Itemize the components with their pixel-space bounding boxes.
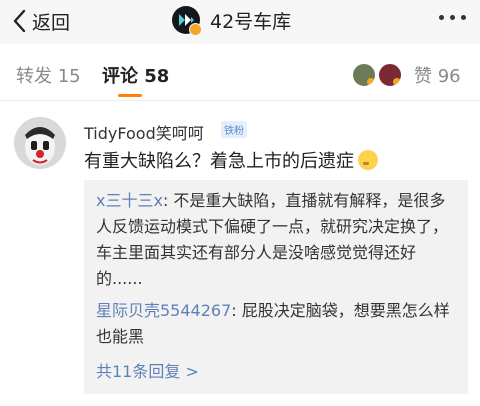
verified-badge-icon	[189, 23, 202, 36]
top-navigation-bar: 返回 42号车库	[0, 0, 480, 44]
replier-name[interactable]: x三十三x	[96, 191, 163, 210]
comment-text: 有重大缺陷么？着急上市的后遗症	[84, 147, 378, 173]
commenter-name[interactable]: TidyFood笑呵呵	[84, 120, 204, 144]
tab-comment[interactable]: 评论 58	[102, 62, 169, 88]
avatar	[352, 63, 376, 87]
commenter-avatar[interactable]	[14, 117, 66, 169]
page-title: 42号车库	[210, 10, 292, 33]
active-tab-indicator	[118, 94, 142, 97]
reply-box[interactable]: x三十三x: 不是重大缺陷，直播就有解释，是很多人反馈运动模式下偏硬了一点，就研…	[84, 180, 468, 394]
shushing-face-emoji-icon	[358, 150, 378, 170]
avatar	[378, 63, 402, 87]
reply-item[interactable]: 星际贝壳5544267: 屁股决定脑袋，想要黑怎么样也能黑	[96, 298, 458, 350]
back-label: 返回	[32, 11, 71, 34]
tab-repost[interactable]: 转发 15	[16, 62, 81, 88]
more-options-icon[interactable]	[439, 15, 466, 20]
reply-item[interactable]: x三十三x: 不是重大缺陷，直播就有解释，是很多人反馈运动模式下偏硬了一点，就研…	[96, 188, 458, 292]
account-avatar	[172, 6, 202, 36]
liker-avatars[interactable]	[352, 63, 408, 87]
clown-avatar-icon	[14, 117, 66, 169]
tab-like[interactable]: 赞 96	[414, 62, 461, 88]
chevron-left-icon	[13, 9, 26, 33]
back-button[interactable]: 返回	[12, 6, 70, 36]
tab-bar: 转发 15 评论 58 赞 96	[0, 44, 480, 101]
comment-item: TidyFood笑呵呵 铁粉 有重大缺陷么？着急上市的后遗症 x三十三x: 不是…	[0, 101, 480, 406]
fan-badge: 铁粉	[221, 121, 247, 138]
view-all-replies-link[interactable]: 共11条回复 >	[96, 358, 199, 382]
comment-body: 有重大缺陷么？着急上市的后遗症	[84, 151, 354, 172]
account-title[interactable]: 42号车库	[172, 4, 291, 36]
replier-name[interactable]: 星际贝壳5544267	[96, 301, 231, 320]
